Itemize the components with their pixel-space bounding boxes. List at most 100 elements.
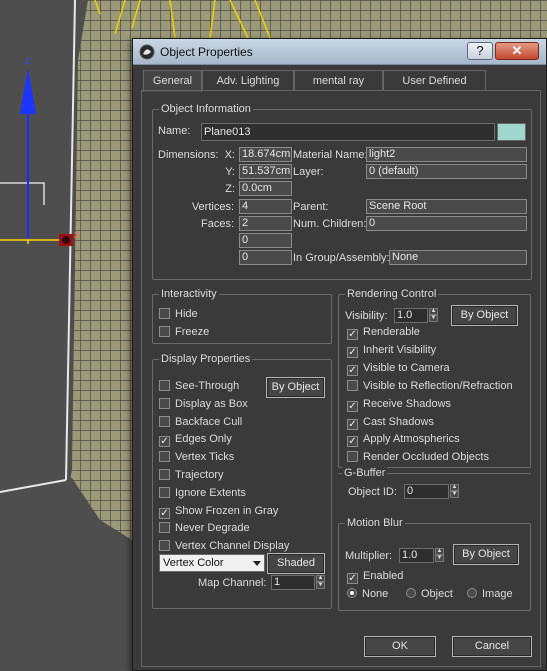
checkbox-box	[159, 308, 170, 319]
axis-x-label: x	[74, 230, 79, 241]
apply-atmospherics-checkbox[interactable]: ✓ Apply Atmospherics	[347, 432, 460, 448]
object-properties-dialog: Object Properties ? ✕ General Adv. Light…	[132, 38, 547, 671]
checkbox-label: Enabled	[363, 570, 404, 582]
x-label: X:	[224, 149, 235, 161]
vertex-color-dropdown[interactable]: Vertex Color	[159, 554, 265, 572]
visible-to-reflection-refraction-checkbox[interactable]: Visible to Reflection/Refraction	[347, 379, 513, 393]
checkbox-label: Show Frozen in Gray	[175, 504, 279, 517]
parent-value: Scene Root	[366, 199, 527, 214]
checkbox-box: ✓	[347, 364, 358, 376]
g-buffer-group: G-Buffer Object ID: 0 ▲ ▼	[338, 466, 531, 505]
group-title: G-Buffer	[342, 466, 388, 480]
tab-general[interactable]: General	[143, 70, 202, 92]
vertex-channel-display-checkbox[interactable]: Vertex Channel Display	[159, 539, 289, 553]
vertices-value: 4	[239, 199, 292, 214]
multiplier-spinner[interactable]: ▲ ▼	[435, 548, 444, 563]
edges-only-checkbox[interactable]: ✓ Edges Only	[159, 432, 232, 448]
faces-value: 2	[239, 216, 292, 231]
name-label: Name:	[158, 125, 191, 137]
backface-cull-checkbox[interactable]: Backface Cull	[159, 415, 242, 429]
dimensions-label: Dimensions:	[158, 149, 219, 161]
checkbox-box	[159, 522, 170, 534]
group-title: Object Information	[159, 102, 253, 116]
object-id-spinner[interactable]: ▲ ▼	[450, 484, 459, 499]
tab-adv-lighting[interactable]: Adv. Lighting	[202, 70, 294, 91]
enabled-checkbox[interactable]: ✓ Enabled	[347, 569, 404, 584]
checkbox-box: ✓	[159, 507, 170, 519]
tab-bar: General Adv. Lighting mental ray User De…	[143, 70, 541, 92]
freeze-checkbox[interactable]: Freeze	[159, 325, 209, 339]
checkbox-label: Ignore Extents	[175, 486, 246, 499]
display-by-object-button[interactable]: By Object	[266, 377, 325, 398]
title-bar[interactable]: Object Properties ? ✕	[133, 39, 546, 65]
extra-count-value: 0	[239, 250, 292, 265]
checkbox-label: Trajectory	[175, 469, 224, 481]
checkbox-box	[159, 486, 170, 498]
motion-blur-image-radio[interactable]: Image	[467, 587, 513, 601]
rendering-control-group: Rendering Control Visibility: 1.0 ▲ ▼ By …	[338, 287, 531, 468]
help-button[interactable]: ?	[467, 42, 493, 60]
material-name-label: Material Name:	[293, 149, 368, 161]
object-information-group: Object Information Name: Plane013 Dimens…	[152, 102, 532, 280]
ignore-extents-checkbox[interactable]: Ignore Extents	[159, 486, 246, 500]
checkbox-box	[159, 380, 170, 391]
renderable-checkbox[interactable]: ✓ Renderable	[347, 325, 420, 340]
object-id-input[interactable]: 0	[404, 484, 449, 499]
motion-blur-group: Motion Blur Multiplier: 1.0 ▲ ▼ By Object…	[338, 516, 531, 611]
y-label: Y:	[225, 166, 235, 178]
trajectory-checkbox[interactable]: Trajectory	[159, 468, 224, 482]
vertex-ticks-checkbox[interactable]: Vertex Ticks	[159, 450, 234, 464]
render-occluded-objects-checkbox[interactable]: Render Occluded Objects	[347, 450, 489, 464]
checkbox-box	[347, 379, 358, 391]
tab-user-defined[interactable]: User Defined	[383, 70, 486, 91]
dropdown-value: Vertex Color	[163, 557, 224, 569]
material-name-value: light2	[366, 147, 527, 162]
checkbox-label: Render Occluded Objects	[363, 451, 489, 464]
name-input[interactable]: Plane013	[201, 123, 495, 141]
receive-shadows-checkbox[interactable]: ✓ Receive Shadows	[347, 397, 452, 412]
object-color-swatch[interactable]	[497, 123, 526, 141]
multiplier-input[interactable]: 1.0	[399, 548, 434, 563]
extra-count-value: 0	[239, 233, 292, 248]
motion-blur-object-radio[interactable]: Object	[406, 587, 453, 601]
tab-mental-ray[interactable]: mental ray	[294, 70, 383, 91]
rendering-by-object-button[interactable]: By Object	[451, 305, 518, 326]
map-channel-input[interactable]: 1	[271, 575, 315, 590]
checkbox-box	[159, 451, 170, 463]
see-through-checkbox[interactable]: See-Through	[159, 379, 239, 393]
motion-blur-by-object-button[interactable]: By Object	[453, 544, 519, 565]
cast-shadows-checkbox[interactable]: ✓ Cast Shadows	[347, 415, 434, 430]
checkbox-label: Apply Atmospherics	[363, 433, 460, 446]
motion-blur-none-radio[interactable]: None	[347, 587, 388, 601]
close-button[interactable]: ✕	[495, 42, 539, 60]
tab-content-general: Object Information Name: Plane013 Dimens…	[141, 90, 541, 667]
checkbox-box: ✓	[159, 436, 170, 448]
checkbox-label: Receive Shadows	[363, 397, 452, 410]
map-channel-spinner[interactable]: ▲ ▼	[316, 575, 325, 590]
display-as-box-checkbox[interactable]: Display as Box	[159, 397, 248, 411]
checkbox-label: Vertex Channel Display	[175, 540, 290, 553]
in-group-label: In Group/Assembly:	[293, 252, 390, 264]
cancel-button[interactable]: Cancel	[452, 636, 532, 657]
visibility-label: Visibility:	[345, 310, 388, 322]
dimension-z-value: 0.0cm	[239, 181, 292, 196]
radio-label: Image	[482, 588, 513, 600]
group-title: Display Properties	[159, 352, 253, 366]
checkbox-box: ✓	[347, 436, 358, 448]
show-frozen-in-gray-checkbox[interactable]: ✓ Show Frozen in Gray	[159, 504, 279, 519]
display-properties-group: Display Properties See-Through Display as…	[152, 352, 332, 609]
window-title: Object Properties	[160, 45, 253, 59]
ok-button[interactable]: OK	[364, 636, 436, 657]
inherit-visibility-checkbox[interactable]: ✓ Inherit Visibility	[347, 343, 436, 358]
checkbox-box: ✓	[347, 329, 358, 340]
radio-dot	[467, 588, 477, 598]
visible-to-camera-checkbox[interactable]: ✓ Visible to Camera	[347, 361, 450, 376]
never-degrade-checkbox[interactable]: Never Degrade	[159, 521, 250, 535]
visibility-spinner[interactable]: ▲ ▼	[429, 308, 438, 323]
checkbox-label: Display as Box	[175, 397, 248, 410]
visibility-input[interactable]: 1.0	[394, 308, 428, 323]
shaded-button[interactable]: Shaded	[267, 553, 325, 574]
checkbox-label: Cast Shadows	[363, 415, 434, 428]
hide-checkbox[interactable]: Hide	[159, 307, 198, 321]
interactivity-group: Interactivity Hide Freeze	[152, 287, 332, 344]
